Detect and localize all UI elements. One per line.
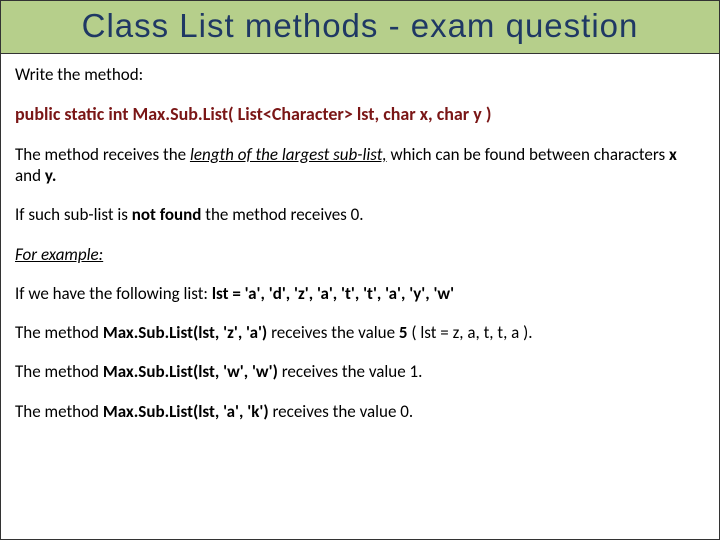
example-list: If we have the following list: lst = 'a'… bbox=[15, 283, 705, 304]
title-band: Class List methods - exam question bbox=[1, 1, 719, 54]
text: ( lst = z, a, t, t, a ). bbox=[408, 322, 533, 343]
example-call-1: The method Max.Sub.List(lst, 'z', 'a') r… bbox=[15, 322, 705, 343]
text: The method bbox=[15, 361, 103, 382]
text: receives the value bbox=[267, 322, 399, 343]
text: receives the value 0. bbox=[269, 401, 414, 422]
example-call-3: The method Max.Sub.List(lst, 'a', 'k') r… bbox=[15, 401, 705, 422]
call: Max.Sub.List(lst, 'a', 'k') bbox=[103, 401, 269, 422]
var-x: x bbox=[669, 144, 677, 165]
intro-line: Write the method: bbox=[15, 64, 705, 85]
text: If we have the following list: bbox=[15, 283, 212, 304]
description-1: The method receives the length of the la… bbox=[15, 144, 705, 187]
example-heading: For example: bbox=[15, 244, 705, 265]
call: Max.Sub.List(lst, 'w', 'w') bbox=[103, 361, 278, 382]
description-2: If such sub-list is not found the method… bbox=[15, 204, 705, 225]
example-call-2: The method Max.Sub.List(lst, 'w', 'w') r… bbox=[15, 361, 705, 382]
slide: Class List methods - exam question Write… bbox=[0, 0, 720, 540]
result: 5 bbox=[399, 322, 408, 343]
text: the method receives 0. bbox=[201, 204, 363, 225]
slide-content: Write the method: public static int Max.… bbox=[1, 54, 719, 422]
text-emph: length of the largest sub-list, bbox=[190, 144, 387, 165]
text: The method bbox=[15, 322, 103, 343]
text: The method bbox=[15, 401, 103, 422]
list-literal: lst = 'a', 'd', 'z', 'a', 't', 't', 'a',… bbox=[212, 283, 454, 304]
text: which can be found between characters bbox=[387, 144, 669, 165]
method-signature: public static int Max.Sub.List( List<Cha… bbox=[15, 103, 705, 126]
slide-title: Class List methods - exam question bbox=[11, 7, 709, 45]
call: Max.Sub.List(lst, 'z', 'a') bbox=[103, 322, 267, 343]
var-y: y. bbox=[45, 165, 57, 186]
text: and bbox=[15, 165, 45, 186]
text: If such sub-list is bbox=[15, 204, 132, 225]
text-bold: not found bbox=[132, 204, 202, 225]
text: receives the value 1. bbox=[278, 361, 423, 382]
text: The method receives the bbox=[15, 144, 190, 165]
